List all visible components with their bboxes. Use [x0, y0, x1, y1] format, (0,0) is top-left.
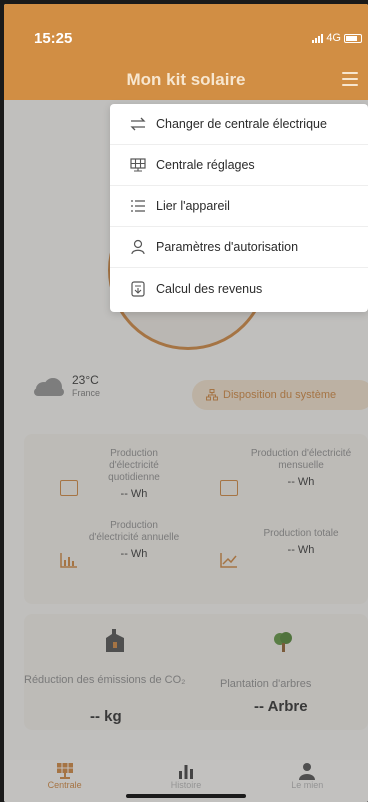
solar-panel-icon [130, 157, 146, 173]
menu-item-plant-settings[interactable]: Centrale réglages [110, 145, 368, 186]
menu-item-link-device[interactable]: Lier l'appareil [110, 186, 368, 227]
options-dropdown-menu: Changer de centrale électrique Centrale … [110, 104, 368, 312]
battery-icon [344, 33, 362, 43]
menu-item-label: Paramètres d'autorisation [156, 240, 299, 254]
menu-item-label: Lier l'appareil [156, 199, 230, 213]
signal-icon [312, 33, 324, 43]
menu-item-revenue[interactable]: Calcul des revenus [110, 268, 368, 309]
status-indicators: 4G [312, 32, 362, 44]
phone-frame: 15:25 4G Mon kit solaire 23°C France Dis… [0, 0, 368, 802]
status-time: 15:25 [34, 30, 73, 47]
menu-item-label: Centrale réglages [156, 158, 255, 172]
hamburger-menu-icon[interactable] [342, 72, 358, 86]
app-header: 15:25 4G Mon kit solaire [4, 4, 368, 100]
app-screen: 15:25 4G Mon kit solaire 23°C France Dis… [4, 4, 368, 802]
page-title: Mon kit solaire [126, 70, 246, 89]
switch-arrows-icon [130, 116, 146, 132]
calculator-icon [130, 280, 146, 297]
tab-le-mien[interactable]: Le mien [247, 760, 368, 802]
solar-panel-icon [56, 763, 73, 779]
tab-centrale[interactable]: Centrale [4, 760, 125, 802]
menu-item-authorization[interactable]: Paramètres d'autorisation [110, 227, 368, 268]
menu-item-label: Calcul des revenus [156, 281, 263, 296]
user-icon [299, 763, 316, 780]
tab-label: Le mien [291, 780, 324, 790]
tab-label: Histoire [170, 780, 202, 790]
home-indicator[interactable] [126, 794, 246, 798]
list-link-icon [130, 198, 146, 214]
menu-item-change-plant[interactable]: Changer de centrale électrique [110, 104, 368, 145]
bar-chart-icon [178, 765, 193, 779]
network-label: 4G [326, 32, 341, 44]
user-icon [130, 239, 146, 255]
tab-label: Centrale [47, 780, 82, 790]
menu-item-label: Changer de centrale électrique [156, 117, 327, 131]
